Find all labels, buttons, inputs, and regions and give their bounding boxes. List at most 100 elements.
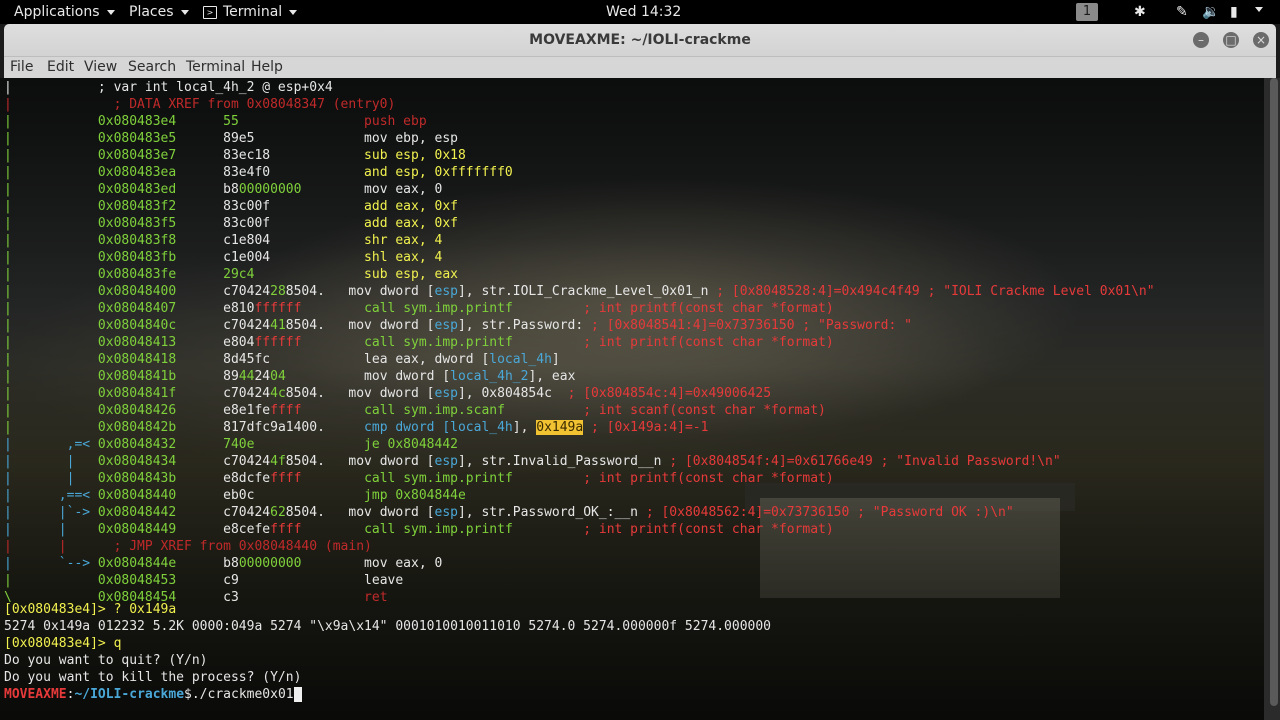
disasm-line: | 0x080483f2 83c00f add eax, 0xf bbox=[4, 198, 458, 215]
disasm-token: 0x08048434 bbox=[97, 454, 224, 469]
app-icon[interactable]: ✱ bbox=[1134, 3, 1146, 21]
clock[interactable]: Wed 14:32 bbox=[606, 0, 681, 24]
disasm-line: | 0x0804841b 89442404 mov dword [local_4… bbox=[4, 368, 575, 385]
applications-label: Applications bbox=[14, 4, 100, 20]
disasm-token: | bbox=[4, 250, 98, 265]
disasm-token: 83c00f bbox=[223, 216, 365, 231]
disasm-token: ], bbox=[512, 420, 537, 435]
workspace-indicator[interactable]: 1 bbox=[1076, 3, 1098, 21]
disasm-token: c9 bbox=[223, 573, 365, 588]
disasm-token: | bbox=[4, 216, 98, 231]
disasm-token: ret bbox=[364, 590, 388, 605]
disasm-token: c3 bbox=[223, 590, 365, 605]
disasm-token: e8dcfe bbox=[223, 471, 271, 486]
power-menu[interactable] bbox=[1248, 0, 1263, 18]
disasm-line: | ; var int local_4h_2 @ esp+0x4 bbox=[4, 79, 333, 96]
menu-view[interactable]: View bbox=[84, 57, 117, 77]
disasm-token: | `--> bbox=[4, 556, 98, 571]
disasm-line: | 0x08048418 8d45fc lea eax, dword [loca… bbox=[4, 351, 560, 368]
disasm-token: sub esp, eax bbox=[364, 267, 458, 282]
disasm-line: | |`-> 0x08048442 c70424628504. mov dwor… bbox=[4, 504, 1014, 521]
disasm-token: 83e4f0 bbox=[223, 165, 365, 180]
disasm-token: | bbox=[4, 148, 98, 163]
window-title: MOVEAXME: ~/IOLI-crackme bbox=[529, 32, 751, 48]
volume-icon[interactable]: 🔉 bbox=[1202, 3, 1219, 21]
disasm-token: ; int scanf(const char *format) bbox=[504, 403, 826, 418]
disasm-token: 28 bbox=[270, 284, 286, 299]
disasm-token: 0x08048426 bbox=[97, 403, 224, 418]
terminal-scrollbar[interactable] bbox=[1264, 78, 1280, 720]
disasm-token: ; [0x8048562:4]=0x73736150 ; "Password O… bbox=[645, 505, 1014, 520]
disasm-line: | `--> 0x0804844e b800000000 mov eax, 0 bbox=[4, 555, 442, 572]
disasm-token: 83c00f bbox=[223, 199, 365, 214]
disasm-token: | bbox=[4, 318, 98, 333]
disasm-token: 817dfc9a1400. bbox=[223, 420, 365, 435]
disasm-line: | | 0x08048449 e8cefeffff call sym.imp.p… bbox=[4, 521, 834, 538]
disasm-token: 00000000 bbox=[238, 556, 302, 571]
disasm-token: | bbox=[4, 301, 98, 316]
disasm-token: | bbox=[4, 386, 98, 401]
disasm-token: 4f bbox=[270, 454, 286, 469]
maximize-button[interactable]: □ bbox=[1223, 32, 1239, 48]
close-button[interactable]: × bbox=[1253, 32, 1269, 48]
disasm-token: cmp dword [ bbox=[364, 420, 451, 435]
disasm-token: esp bbox=[434, 505, 458, 520]
places-label: Places bbox=[129, 4, 174, 20]
disasm-token bbox=[301, 301, 364, 316]
terminal-app-label: Terminal bbox=[223, 4, 283, 20]
menu-search[interactable]: Search bbox=[128, 57, 176, 77]
disasm-token: call sym.imp.scanf bbox=[364, 403, 505, 418]
disasm-token: 24 bbox=[254, 369, 271, 384]
disasm-token: 44 bbox=[238, 369, 255, 384]
disasm-token: | ,==< bbox=[4, 488, 98, 503]
places-menu[interactable]: Places bbox=[129, 0, 189, 24]
disasm-token: | bbox=[4, 199, 98, 214]
disasm-token: ], str.Password: bbox=[457, 318, 592, 333]
disasm-token: local_4h_2 bbox=[450, 369, 529, 384]
pen-icon[interactable]: ✎ bbox=[1176, 3, 1188, 21]
menu-edit[interactable]: Edit bbox=[47, 57, 74, 77]
highlighted-operand: 0x149a bbox=[536, 420, 584, 435]
disasm-token: 0x08048453 bbox=[97, 573, 224, 588]
menu-terminal[interactable]: Terminal bbox=[186, 57, 245, 77]
disasm-token: leave bbox=[364, 573, 404, 588]
terminal-app-menu[interactable]: > Terminal bbox=[203, 0, 298, 24]
disasm-token: c70424 bbox=[223, 454, 271, 469]
disasm-token: | | bbox=[4, 522, 98, 537]
applications-menu[interactable]: Applications bbox=[14, 0, 115, 24]
disasm-token: mov eax, 0 bbox=[301, 182, 443, 197]
disasm-token: ; int printf(const char *format) bbox=[512, 335, 834, 350]
disasm-token: | | bbox=[4, 471, 98, 486]
shell-prompt-line[interactable]: MOVEAXME:~/IOLI-crackme$./crackme0x01 bbox=[4, 686, 302, 703]
disasm-token: 0x080483ea bbox=[97, 165, 224, 180]
output-line: Do you want to kill the process? (Y/n) bbox=[4, 670, 302, 685]
minimize-button[interactable]: – bbox=[1193, 32, 1209, 48]
disasm-token: ffff bbox=[270, 403, 302, 418]
scrollbar-thumb[interactable] bbox=[1270, 78, 1278, 706]
disasm-token: add eax, 0xf bbox=[364, 199, 458, 214]
disasm-token: esp bbox=[434, 454, 458, 469]
disasm-token: 0x080483f2 bbox=[97, 199, 224, 214]
disasm-token: 0x080483fb bbox=[97, 250, 224, 265]
terminal-view[interactable]: | ; var int local_4h_2 @ esp+0x4 | ; DATA… bbox=[0, 78, 1264, 720]
disasm-line: | 0x08048400 c70424288504. mov dword [es… bbox=[4, 283, 1155, 300]
disasm-token: | |`-> bbox=[4, 505, 98, 520]
disasm-token: ; [0x8048528:4]=0x494c4f49 ; "IOLI Crack… bbox=[716, 284, 1155, 299]
disasm-token: 0x08048442 bbox=[97, 505, 224, 520]
disasm-line: | ,==< 0x08048440 eb0c jmp 0x804844e bbox=[4, 487, 466, 504]
disasm-token: 83ec18 bbox=[223, 148, 365, 163]
window-titlebar[interactable]: MOVEAXME: ~/IOLI-crackme – □ × bbox=[4, 24, 1276, 57]
disasm-token: c70424 bbox=[223, 318, 271, 333]
disasm-token: 0x08048400 bbox=[97, 284, 224, 299]
disasm-line: | ; DATA XREF from 0x08048347 (entry0) bbox=[4, 96, 395, 113]
disasm-token: 740e bbox=[223, 437, 365, 452]
battery-icon[interactable]: ▮ bbox=[1230, 3, 1238, 21]
disasm-token: 0x080483e5 bbox=[97, 131, 224, 146]
disasm-token: ; [0x804854f:4]=0x61766e49 ; "Invalid Pa… bbox=[669, 454, 1061, 469]
disasm-token: ; int printf(const char *format) bbox=[512, 301, 834, 316]
disasm-token: ], str.Invalid_Password__n bbox=[457, 454, 670, 469]
menu-file[interactable]: File bbox=[10, 57, 33, 77]
menu-help[interactable]: Help bbox=[251, 57, 283, 77]
disasm-line: | 0x080483e7 83ec18 sub esp, 0x18 bbox=[4, 147, 466, 164]
disasm-token: e8cefe bbox=[223, 522, 271, 537]
